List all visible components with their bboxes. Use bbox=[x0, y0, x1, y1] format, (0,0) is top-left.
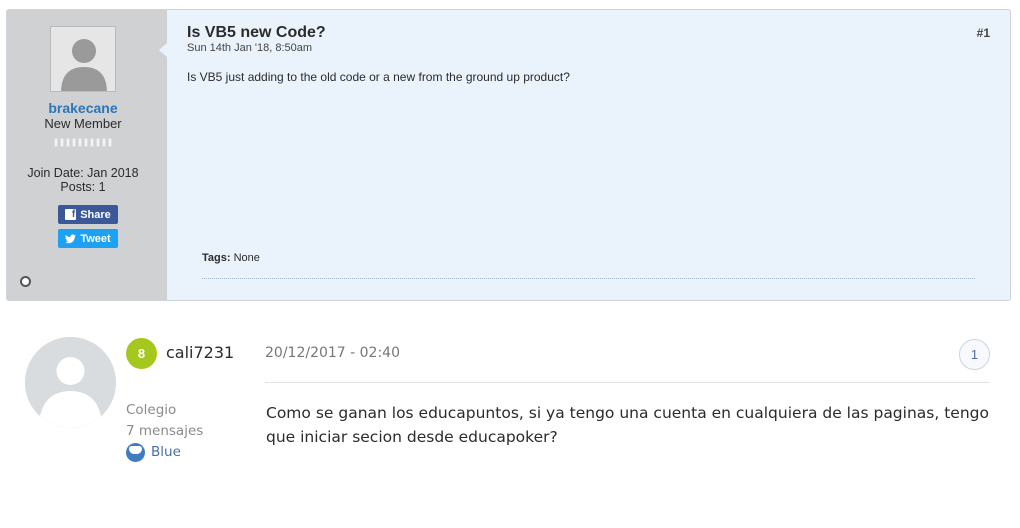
online-status-icon bbox=[20, 276, 31, 287]
username-link[interactable]: brakecane bbox=[7, 100, 159, 116]
tags-label: Tags: bbox=[202, 252, 231, 264]
twitter-icon bbox=[65, 233, 77, 243]
speech-arrow bbox=[159, 43, 167, 57]
join-date: Join Date: Jan 2018 bbox=[27, 166, 139, 180]
team-name: Blue bbox=[151, 444, 181, 460]
user-team[interactable]: Blue bbox=[126, 442, 203, 463]
facebook-icon: f bbox=[65, 209, 77, 220]
user-avatar[interactable] bbox=[50, 26, 116, 92]
tags-divider bbox=[202, 278, 975, 279]
reputation-bar bbox=[54, 138, 112, 147]
post-header-divider bbox=[265, 382, 990, 383]
username-link-2[interactable]: cali7231 bbox=[166, 343, 234, 362]
share-label: Share bbox=[80, 208, 111, 221]
post-title[interactable]: Is VB5 new Code? bbox=[187, 24, 326, 42]
user-stats: Join Date: Jan 2018 Posts: 1 bbox=[7, 166, 159, 194]
post-date-2: 20/12/2017 - 02:40 bbox=[265, 345, 400, 361]
user-rank: New Member bbox=[44, 116, 122, 131]
post-number-link-2[interactable]: 1 bbox=[959, 339, 990, 370]
user-meta-2: Colegio 7 mensajes Blue bbox=[126, 400, 203, 463]
user-avatar-2[interactable] bbox=[25, 337, 116, 428]
post-body: Is VB5 just adding to the old code or a … bbox=[187, 70, 570, 84]
tweet-label: Tweet bbox=[80, 232, 111, 245]
post-count: Posts: 1 bbox=[60, 180, 106, 194]
default-avatar-icon bbox=[25, 337, 116, 428]
default-avatar-icon bbox=[51, 27, 115, 91]
tags-value: None bbox=[233, 252, 260, 264]
message-count: 7 mensajes bbox=[126, 423, 204, 439]
tweet-button[interactable]: Tweet bbox=[58, 229, 118, 248]
user-level-badge: 8 bbox=[126, 338, 157, 369]
post-number-link[interactable]: #1 bbox=[977, 26, 990, 40]
forum-post-1: brakecane New Member Join Date: Jan 2018… bbox=[6, 9, 1011, 301]
facebook-share-button[interactable]: f Share bbox=[58, 205, 118, 224]
post-date: Sun 14th Jan '18, 8:50am bbox=[187, 42, 313, 54]
post-body-2: Como se ganan los educapuntos, si ya ten… bbox=[266, 404, 989, 446]
post-tags: Tags: None bbox=[202, 252, 260, 264]
user-sidebar: brakecane New Member Join Date: Jan 2018… bbox=[7, 10, 167, 300]
user-role: Colegio bbox=[126, 402, 177, 418]
team-badge-icon bbox=[126, 443, 145, 462]
